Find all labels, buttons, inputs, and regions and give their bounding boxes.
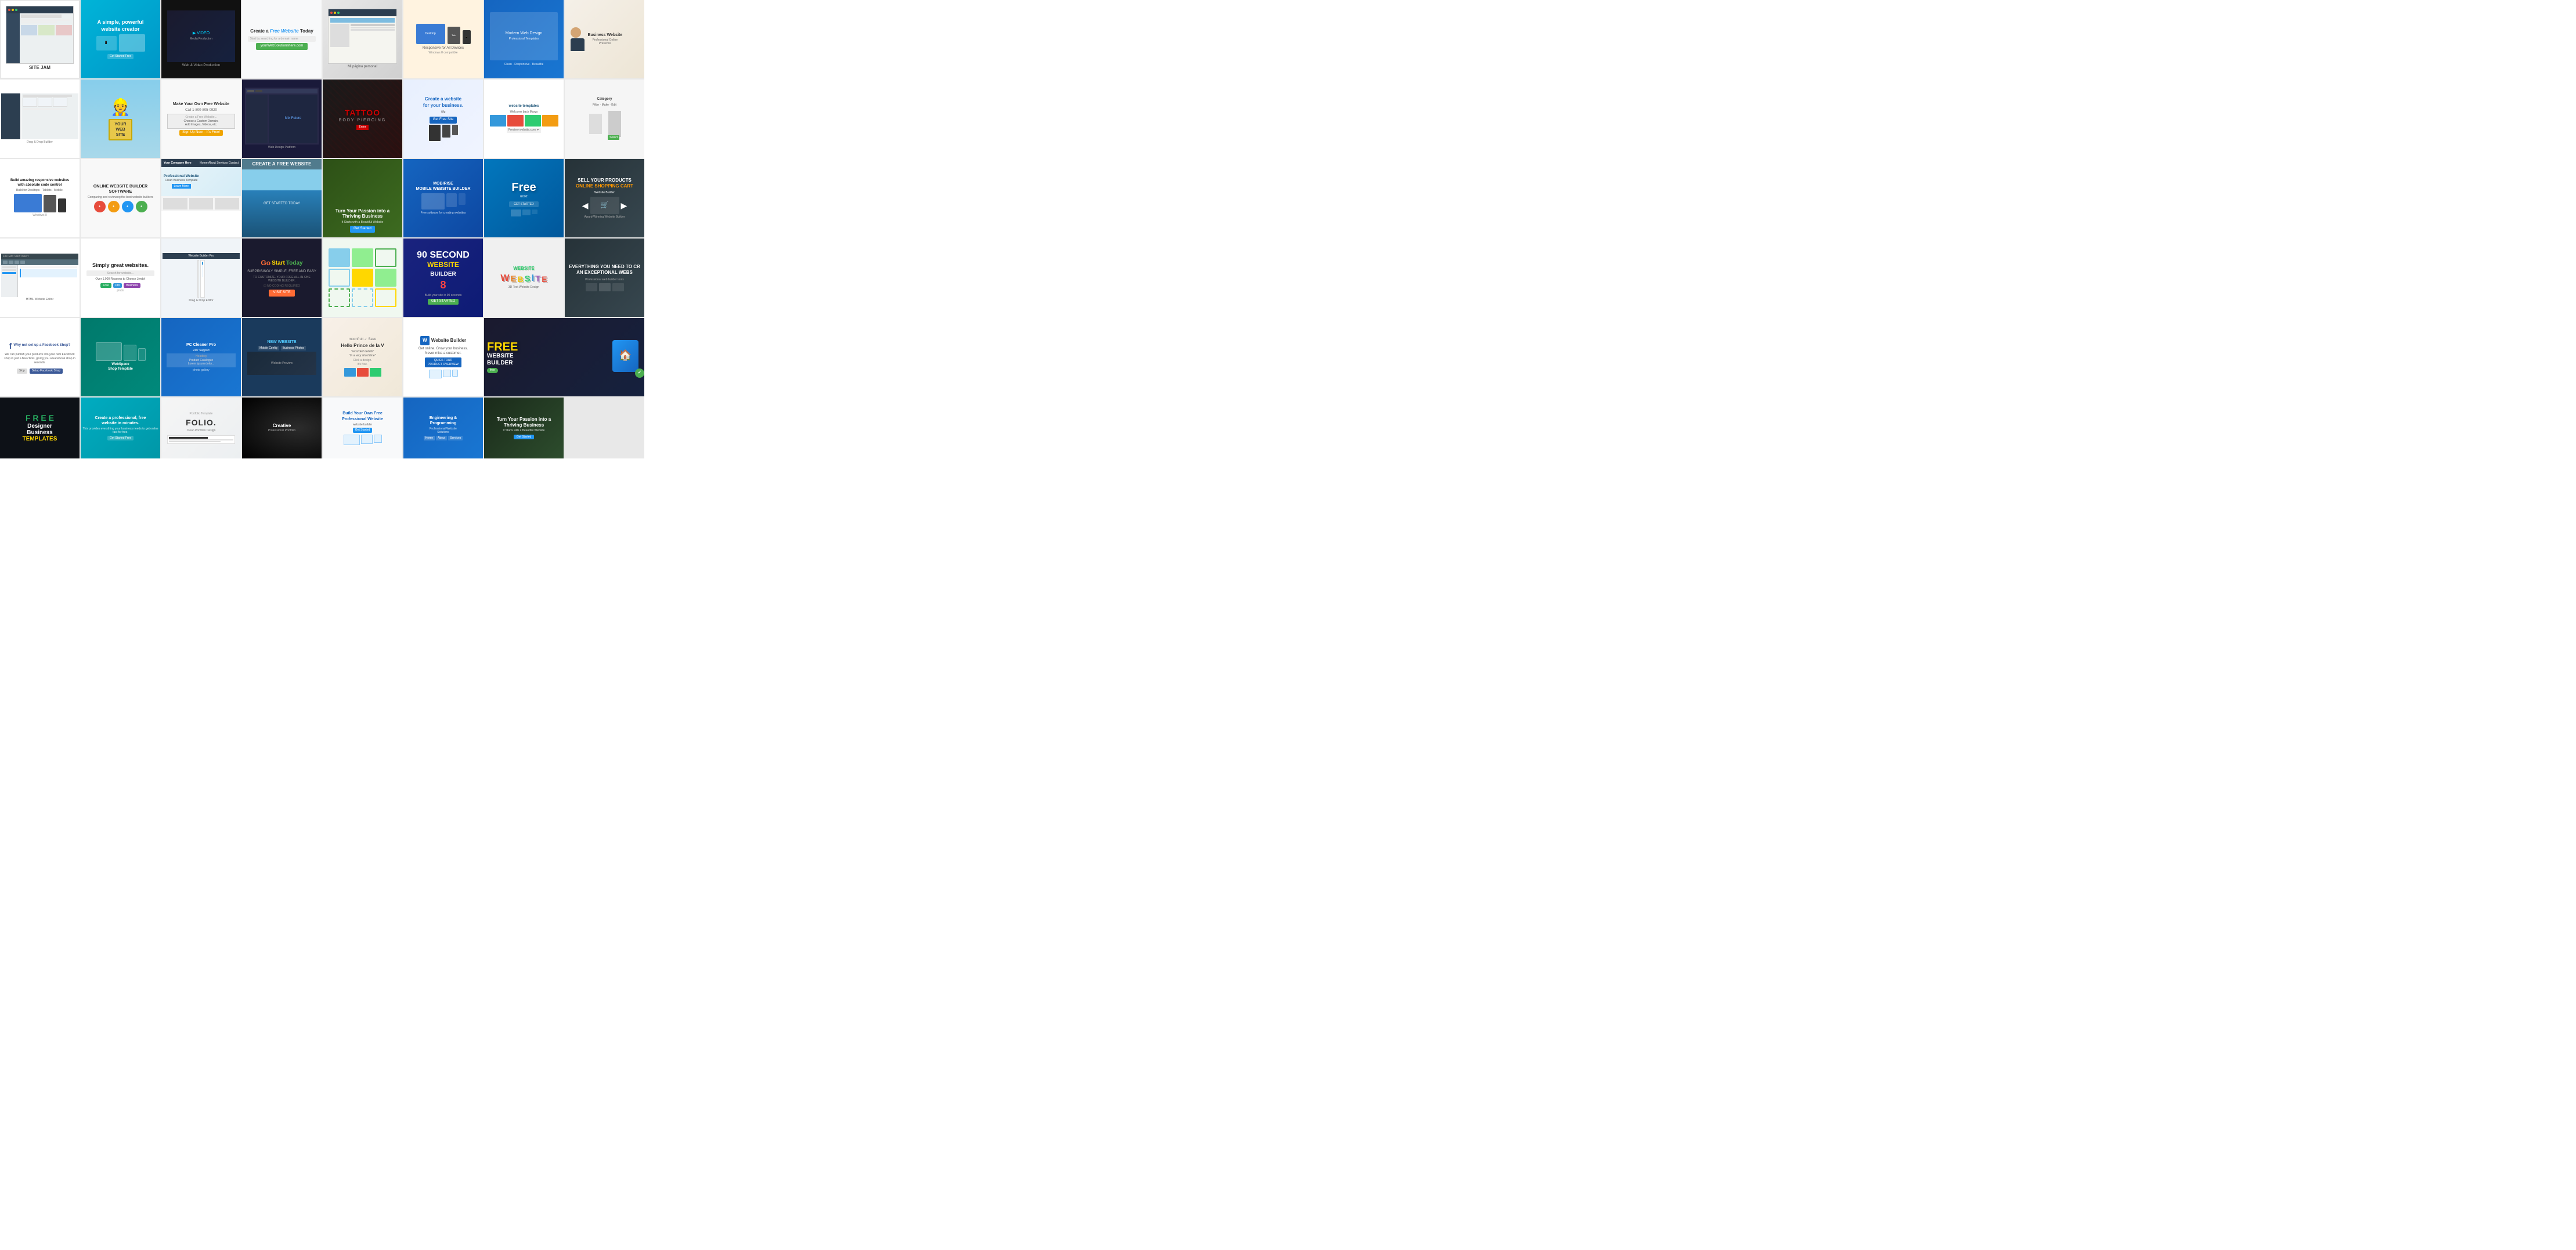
tile-templates-welcome[interactable]: website templates Welcome back Marys Pre…	[484, 80, 564, 158]
tile-create-free-ocean[interactable]: CREATE A FREE WEBSITE GET STARTED TODAY	[242, 159, 322, 237]
tile-modern-blue[interactable]: Modern Web DesignProfessional Templates …	[484, 0, 564, 78]
tile-html-editor[interactable]: File Edit View Insert HTML Websi	[0, 239, 80, 317]
sitejam-title: SITE JAM	[29, 65, 50, 71]
tile-facebook-shop[interactable]: f Why not set up a Facebook Shop? We can…	[0, 318, 80, 396]
tile-create-biz[interactable]: Create a websitefor your business. idlg …	[403, 80, 483, 158]
tile-90sec-builder[interactable]: 90 SECOND WEBSITE BUILDER 8 Build your s…	[403, 239, 483, 317]
tile-mix-future[interactable]: Mix Future Web Design Platform	[242, 80, 322, 158]
tile-shop-cart[interactable]: SELL YOUR PRODUCTSONLINE SHOPPING CART W…	[565, 159, 644, 237]
tile-dark-person[interactable]: Creative Professional Portfolio	[242, 398, 322, 458]
tile-responsive-devices2[interactable]: WebSpaceShop Template	[81, 318, 160, 396]
tile-video-media[interactable]: ▶ VIDEOMedia Production Web & Video Prod…	[161, 0, 241, 78]
tile-category-browse[interactable]: Category Filter · Make · Edit Select	[565, 80, 644, 158]
tile-responsive-devices[interactable]: Desktop Tab 📱 Responsive for All Devices…	[403, 0, 483, 78]
tile-prof-free[interactable]: Create a professional, freewebsite in mi…	[81, 398, 160, 458]
tile-company-template[interactable]: Your Company Here Home About Services Co…	[161, 159, 241, 237]
tile-mi-pagina[interactable]: Mi página personal	[323, 0, 402, 78]
tile-tattoo[interactable]: TATTOO BODY PIERCING Enter	[323, 80, 402, 158]
tile-moonfruit[interactable]: moonfruit ✓ Save Hello Prince de la V "r…	[323, 318, 402, 396]
tile-ucoz-free[interactable]: Free ucoz GET STARTED	[484, 159, 564, 237]
tile-new-website[interactable]: NEW WEBSITE Mobile Config Business Photo…	[242, 318, 322, 396]
tile-passion-bottom[interactable]: Turn Your Passion into aThriving Busines…	[484, 398, 564, 458]
tile-resp-boxes[interactable]	[323, 239, 402, 317]
tile-sitejam[interactable]: SITE JAM	[0, 0, 80, 78]
tile-passion-thriving[interactable]: Turn Your Passion into aThriving Busines…	[323, 159, 402, 237]
tile-construction[interactable]: 👷 YOURWEBSITE	[81, 80, 160, 158]
tile-free-designer[interactable]: F R E E Designer Business TEMPLATES	[0, 398, 80, 458]
tile-online-software[interactable]: ONLINE WEBSITE BUILDER SOFTWARE Comparin…	[81, 159, 160, 237]
tile-website-3d[interactable]: WEBSITE W E B S I T E 3D Text Website De…	[484, 239, 564, 317]
tile-start-today[interactable]: Go Start Today SURPRISINGLY SIMPLE, FREE…	[242, 239, 322, 317]
tile-mobirise[interactable]: MOBIRISEMOBILE WEBSITE BUILDER Free soft…	[403, 159, 483, 237]
tile-business-person[interactable]: Business Website Professional OnlinePres…	[565, 0, 644, 78]
tile-make-own[interactable]: Make Your Own Free Website Call 1-800-80…	[161, 80, 241, 158]
tile-pc-cleaner[interactable]: PC Cleaner Pro 24/7 Support Heading Prod…	[161, 318, 241, 396]
tile-drag-drop[interactable]: Website Builder Pro Drag & Drop Ed	[161, 239, 241, 317]
tile-everything-need[interactable]: EVERYTHING YOU NEED TO CRAN EXCEPTIONAL …	[565, 239, 644, 317]
tile-create-free-today[interactable]: Create a Free Website Today Start by sea…	[242, 0, 322, 78]
tile-cms-builder[interactable]: Drag & Drop Builder	[0, 80, 80, 158]
tile-wb-branded[interactable]: W Website Builder Get online. Grow your …	[403, 318, 483, 396]
tile-folio[interactable]: Portfolio Template FOLIO. Clean Portfoli…	[161, 398, 241, 458]
tile-build-own-free[interactable]: Build Your Own FreeProfessional Website …	[323, 398, 402, 458]
tile-engineering[interactable]: Engineering &Programming Professional We…	[403, 398, 483, 458]
image-grid: SITE JAM A simple, powerfulwebsite creat…	[0, 0, 644, 458]
tile-free-wb-large[interactable]: FREE WEBSITEBUILDER free 🏠 ✓	[484, 318, 644, 396]
tile-simple-creator[interactable]: A simple, powerfulwebsite creator 📱 Get …	[81, 0, 160, 78]
tile-jimdo[interactable]: Simply great websites. Search for websit…	[81, 239, 160, 317]
tile-responsive-multi[interactable]: Build amazing responsive websiteswith ab…	[0, 159, 80, 237]
